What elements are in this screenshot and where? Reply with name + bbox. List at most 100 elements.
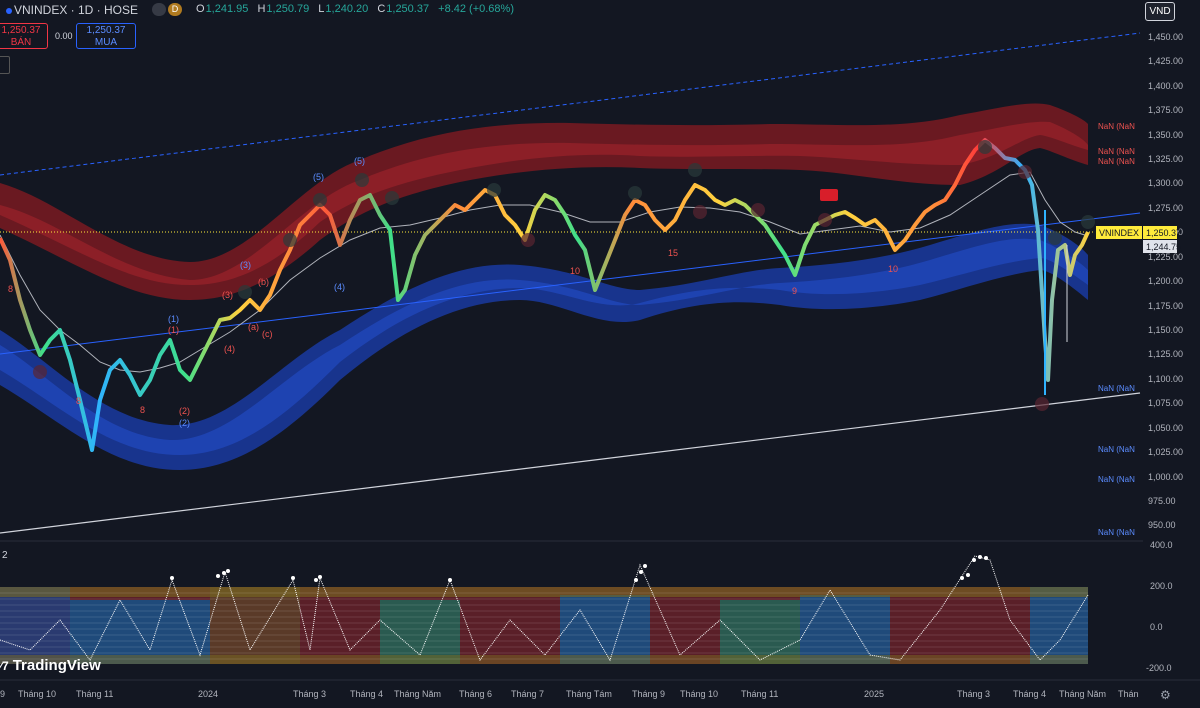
chart-canvas[interactable]: (1) (1) (2) (2) (3) (3) (4) (4) (5) (5) … — [0, 0, 1200, 708]
svg-text:NaN (NaN: NaN (NaN — [1098, 528, 1135, 537]
price-tick: 1,225.00 — [1148, 252, 1183, 262]
price-tick: 1,150.00 — [1148, 325, 1183, 335]
time-tick: 2025 — [864, 689, 884, 699]
price-tick: 1,275.00 — [1148, 203, 1183, 213]
wave-label: 8 — [8, 284, 13, 294]
close-value: 1,250.37 — [386, 3, 430, 15]
oscillator-pane-label: 2 — [2, 550, 8, 561]
time-tick: Tháng 4 — [350, 689, 383, 699]
osc-tick: 200.0 — [1150, 581, 1173, 591]
wave-label: 8 — [140, 405, 145, 415]
open-label: O — [196, 3, 205, 15]
high-value: 1,250.79 — [266, 3, 310, 15]
wave-label: (4) — [334, 282, 345, 292]
svg-text:NaN (NaN: NaN (NaN — [1098, 475, 1135, 484]
price-tick: 975.00 — [1148, 496, 1176, 506]
time-tick: Tháng 4 — [1013, 689, 1046, 699]
signal-tag[interactable] — [820, 189, 838, 201]
svg-text:NaN (NaN: NaN (NaN — [1098, 384, 1135, 393]
price-tick: 1,100.00 — [1148, 374, 1183, 384]
sell-button[interactable]: 1,250.37 BÁN — [0, 23, 48, 49]
close-label: C — [377, 3, 386, 15]
time-tick: Tháng 9 — [632, 689, 665, 699]
wave-label: (1) — [168, 325, 179, 335]
spread-value: 0.00 — [55, 31, 73, 41]
price-tick: 1,375.00 — [1148, 105, 1183, 115]
time-tick: 2024 — [198, 689, 218, 699]
low-label: L — [318, 3, 325, 15]
time-axis[interactable]: 9 Tháng 10 Tháng 11 2024 Tháng 3 Tháng 4… — [0, 689, 1139, 699]
status-badges: D — [152, 3, 182, 16]
symbol-title[interactable]: VNINDEX · 1D · HOSE — [6, 3, 138, 17]
price-tick: 1,450.00 — [1148, 32, 1183, 42]
wave-label: (3) — [240, 260, 251, 270]
price-tick: 1,325.00 — [1148, 154, 1183, 164]
high-label: H — [257, 3, 266, 15]
price-tick: 1,300.00 — [1148, 178, 1183, 188]
time-tick: 9 — [0, 689, 5, 699]
wave-label: (1) — [168, 314, 179, 324]
price-tick: 950.00 — [1148, 520, 1176, 530]
time-tick: Tháng Năm — [394, 689, 441, 699]
wave-label: 9 — [792, 286, 797, 296]
time-tick: Tháng Năm — [1059, 689, 1106, 699]
price-tick: 1,025.00 — [1148, 447, 1183, 457]
price-tick: 1,050.00 — [1148, 423, 1183, 433]
band-labels: NaN (NaN NaN (NaN NaN (NaN NaN (NaN NaN … — [1098, 122, 1135, 537]
price-tick: 1,075.00 — [1148, 398, 1183, 408]
buy-button[interactable]: 1,250.37 MUA — [76, 23, 136, 49]
tradingview-logo[interactable]: ⁄7 TradingView — [0, 657, 101, 674]
brand-text: TradingView — [12, 657, 101, 674]
symbol-logo-icon — [6, 7, 12, 14]
symbol-text: VNINDEX · 1D · HOSE — [14, 3, 139, 17]
wave-label: 10 — [570, 266, 580, 276]
buy-price: 1,250.37 — [86, 25, 126, 36]
svg-text:NaN (NaN: NaN (NaN — [1098, 157, 1135, 166]
open-value: 1,241.95 — [205, 3, 249, 15]
time-tick: Tháng 11 — [76, 689, 113, 699]
price-tick: 1,400.00 — [1148, 81, 1183, 91]
wave-label: 15 — [668, 248, 678, 258]
price-axis[interactable]: 1,450.00 1,425.00 1,400.00 1,375.00 1,35… — [1148, 32, 1183, 530]
ohlc-values: O1,241.95 H1,250.79 L1,240.20 C1,250.37 … — [196, 3, 520, 15]
oscillator-axis[interactable]: 400.0 200.0 0.0 -200.0 — [1146, 540, 1173, 673]
time-tick: Tháng Tám — [566, 689, 612, 699]
time-tick: Thán — [1118, 689, 1139, 699]
low-value: 1,240.20 — [325, 3, 369, 15]
wave-label: (a) — [248, 322, 259, 332]
sell-label: BÁN — [10, 37, 32, 48]
price-tick: 1,425.00 — [1148, 56, 1183, 66]
osc-tick: 400.0 — [1150, 540, 1173, 550]
currency-button[interactable]: VND — [1145, 2, 1175, 21]
price-tick: 1,175.00 — [1148, 301, 1183, 311]
collapse-legend-button[interactable] — [0, 56, 10, 74]
secondary-price-text: 1,244.75 — [1146, 242, 1181, 252]
change-value: +8.42 (+0.68%) — [438, 3, 514, 15]
wave-label: 8 — [76, 396, 81, 406]
wave-label: (c) — [262, 329, 273, 339]
wave-label: 10 — [888, 264, 898, 274]
price-tick: 1,350.00 — [1148, 130, 1183, 140]
tradingview-icon: ⁄7 — [0, 659, 9, 673]
time-tick: Tháng 10 — [680, 689, 718, 699]
time-tick: Tháng 10 — [18, 689, 56, 699]
sell-price: 1,250.37 — [1, 25, 41, 36]
wave-label: (3) — [222, 290, 233, 300]
osc-tick: -200.0 — [1146, 663, 1172, 673]
time-tick: Tháng 7 — [511, 689, 544, 699]
osc-peak-dots — [170, 555, 988, 582]
wave-label: (b) — [258, 277, 269, 287]
wave-label: (2) — [179, 418, 190, 428]
time-tick: Tháng 11 — [741, 689, 778, 699]
market-status-icon — [152, 3, 166, 16]
last-symbol-text: VNINDEX — [1099, 228, 1139, 238]
time-tick: Tháng 3 — [293, 689, 326, 699]
price-tick: 1,125.00 — [1148, 349, 1183, 359]
wave-label: (5) — [354, 156, 365, 166]
chart-settings-gear-icon[interactable]: ⚙ — [1160, 688, 1171, 702]
delayed-data-badge[interactable]: D — [168, 3, 182, 16]
wave-label: (4) — [224, 344, 235, 354]
osc-tick: 0.0 — [1150, 622, 1163, 632]
wave-label: (5) — [313, 172, 324, 182]
svg-text:NaN (NaN: NaN (NaN — [1098, 122, 1135, 131]
